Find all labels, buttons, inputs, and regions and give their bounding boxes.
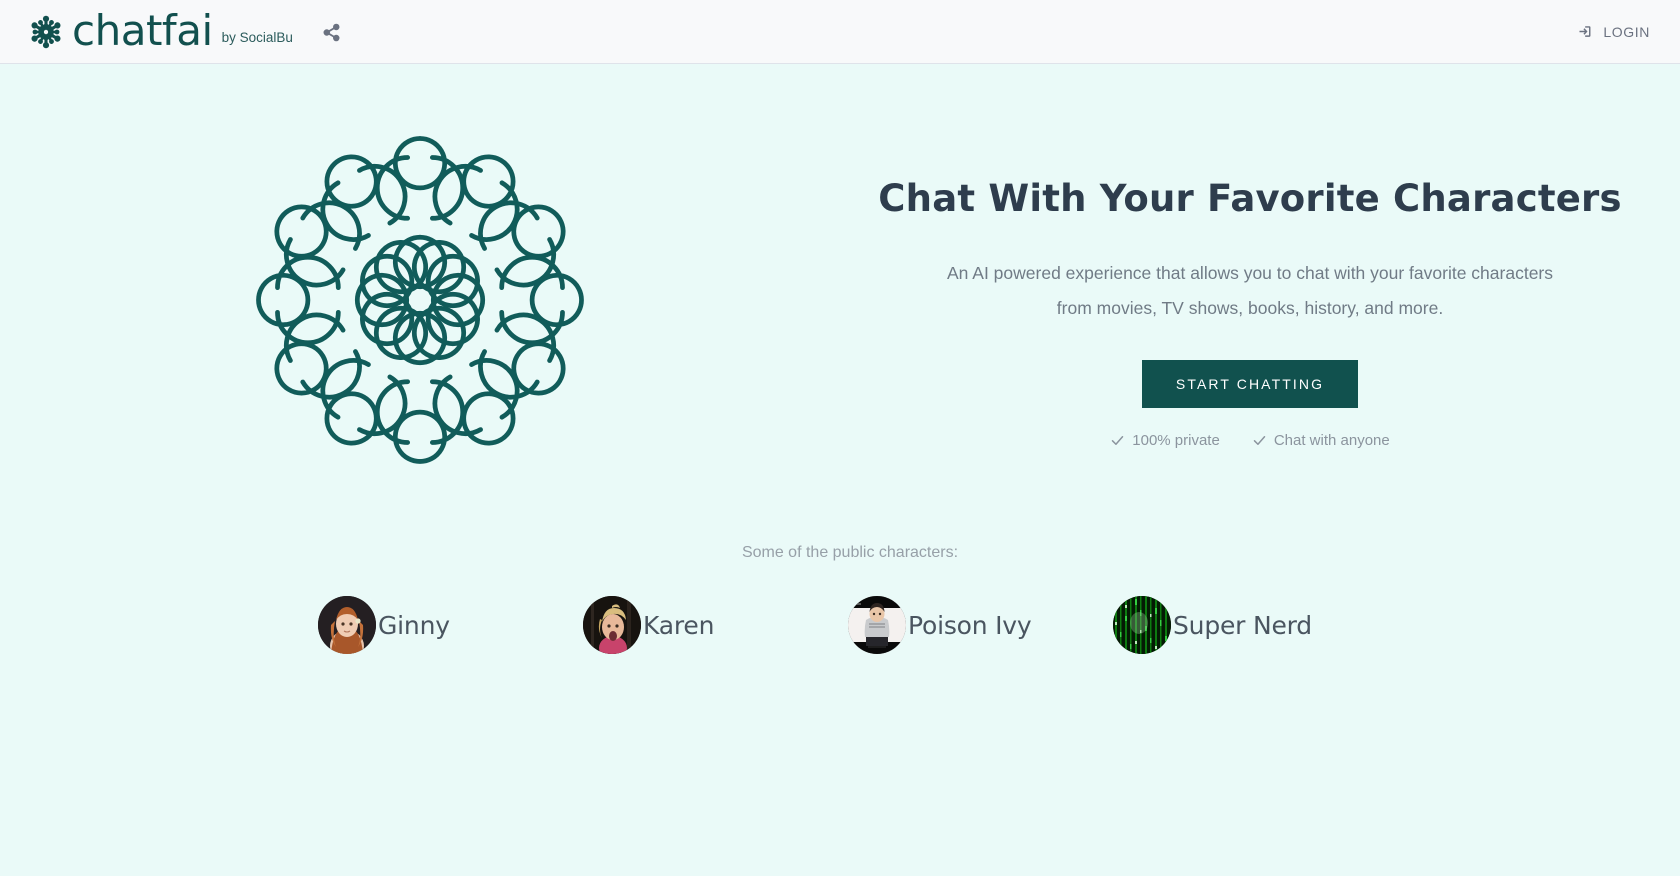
cta-container: START CHATTING xyxy=(840,360,1660,409)
sign-in-icon xyxy=(1579,26,1591,37)
hero-subtitle: An AI powered experience that allows you… xyxy=(946,263,1553,319)
brand-byline: by SocialBu xyxy=(221,30,293,45)
share-button[interactable] xyxy=(319,20,345,46)
app-header: chatfai by SocialBu LOGIN xyxy=(0,0,1680,64)
character-item-ginny[interactable]: Ginny xyxy=(318,596,583,654)
page-title: Chat With Your Favorite Characters xyxy=(878,177,1622,220)
feature-label: 100% private xyxy=(1132,432,1220,450)
karen-avatar xyxy=(583,596,641,654)
header-actions: LOGIN xyxy=(1573,17,1654,46)
check-icon xyxy=(1253,436,1266,446)
chatfai-logo-icon xyxy=(31,15,61,48)
avatar-image xyxy=(583,596,641,654)
login-label: LOGIN xyxy=(1603,23,1650,40)
feature-list: 100% private Chat with anyone xyxy=(840,432,1660,449)
super-nerd-avatar xyxy=(1113,596,1171,654)
feature-private: 100% private xyxy=(1110,432,1220,449)
hero-illustration-container xyxy=(0,100,840,490)
characters-row: Ginny Karen Poison Ivy Super Nerd xyxy=(0,596,1680,654)
ginny-avatar xyxy=(318,596,376,654)
poison-ivy-avatar xyxy=(848,596,906,654)
login-button[interactable]: LOGIN xyxy=(1573,17,1654,46)
brand-logo[interactable]: chatfai by SocialBu xyxy=(24,5,293,55)
hero-section: Chat With Your Favorite Characters An AI… xyxy=(0,64,1680,490)
start-chatting-button[interactable]: START CHATTING xyxy=(1141,360,1359,409)
character-item-poison-ivy[interactable]: Poison Ivy xyxy=(848,596,1113,654)
check-icon xyxy=(1112,436,1124,446)
characters-caption: Some of the public characters: xyxy=(741,544,959,561)
feature-anyone: Chat with anyone xyxy=(1252,432,1390,449)
public-characters-section: Some of the public characters: Ginny Kar… xyxy=(0,544,1680,654)
avatar-image xyxy=(848,596,906,654)
avatar-image xyxy=(1113,596,1171,654)
character-name: Karen xyxy=(643,610,715,640)
character-item-karen[interactable]: Karen xyxy=(583,596,848,654)
character-name: Ginny xyxy=(378,610,450,640)
character-name: Super Nerd xyxy=(1173,610,1312,640)
hero-copy: Chat With Your Favorite Characters An AI… xyxy=(840,100,1680,449)
feature-label: Chat with anyone xyxy=(1273,432,1390,450)
brand-wordmark: chatfai xyxy=(72,5,213,55)
character-item-super-nerd[interactable]: Super Nerd xyxy=(1113,596,1378,654)
avatar-image xyxy=(318,596,376,654)
chatfai-molecule-illustration xyxy=(256,136,584,464)
character-name: Poison Ivy xyxy=(908,610,1032,640)
share-icon xyxy=(323,23,340,42)
